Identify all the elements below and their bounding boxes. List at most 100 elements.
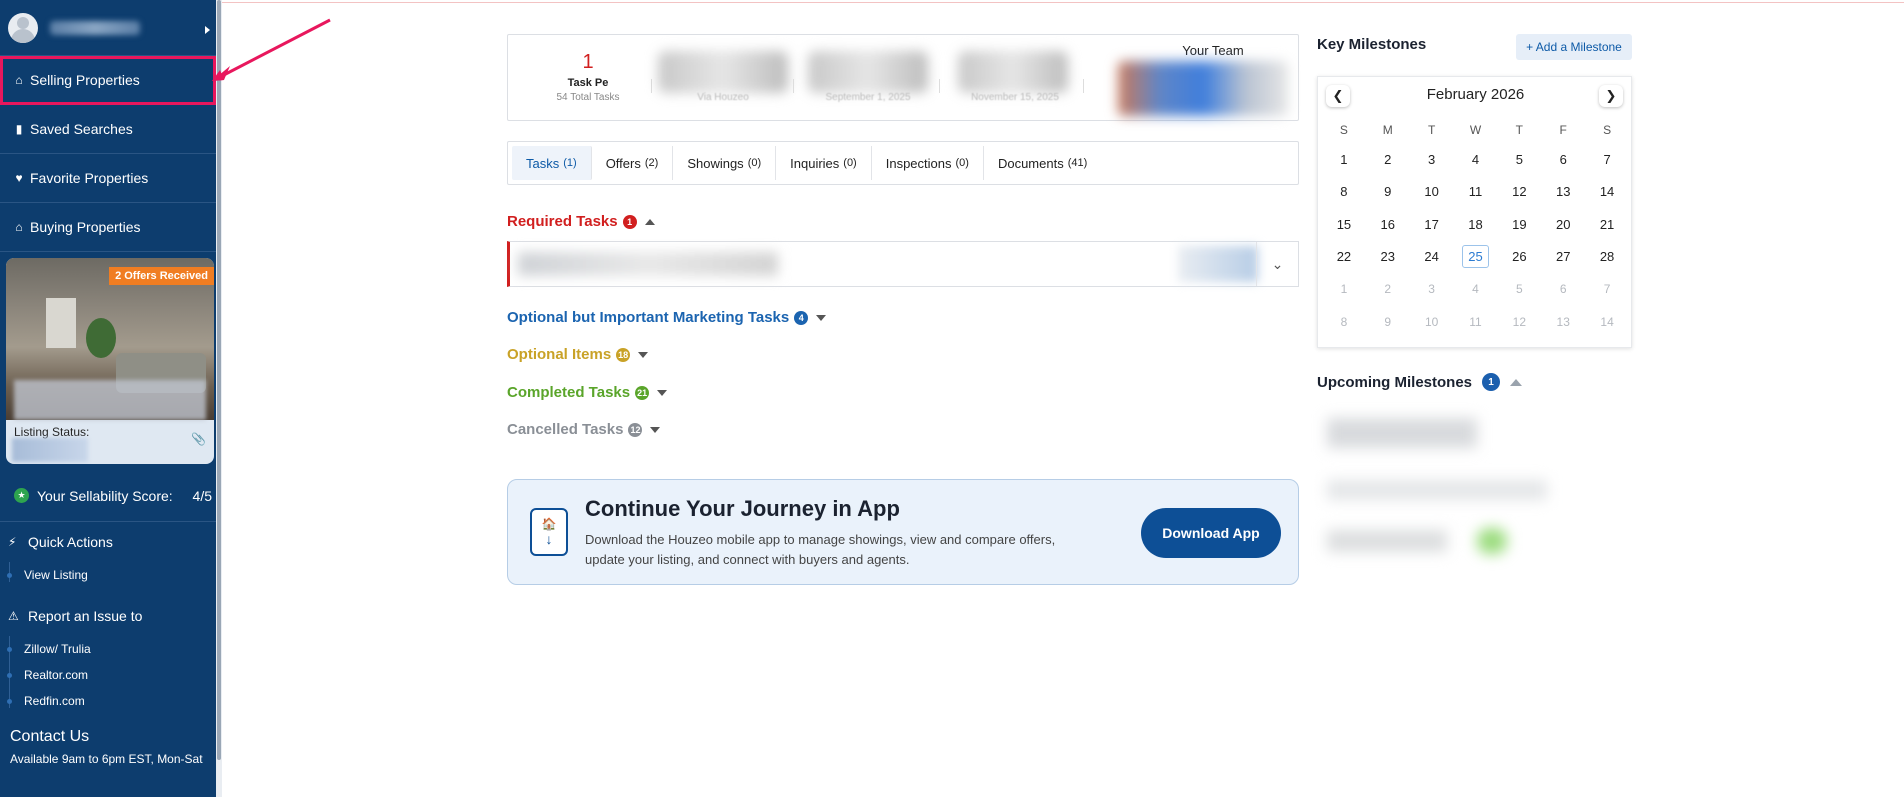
calendar-day[interactable]: 12 — [1497, 176, 1541, 209]
calendar-day[interactable]: 9 — [1366, 176, 1410, 209]
calendar-day[interactable]: 10 — [1410, 176, 1454, 209]
report-redfin-link[interactable]: Redfin.com — [7, 688, 216, 714]
required-task-item[interactable]: ⌄ — [507, 241, 1299, 287]
paperclip-icon[interactable]: 📎 — [191, 432, 206, 446]
tab-count: (0) — [747, 157, 762, 169]
listing-status-label: Listing Status: — [14, 425, 90, 439]
required-tasks-toggle[interactable]: Required Tasks 1 — [507, 213, 655, 230]
calendar-day[interactable]: 20 — [1541, 208, 1585, 241]
cancelled-tasks-toggle[interactable]: Cancelled Tasks 12 — [507, 421, 661, 438]
add-milestone-button[interactable]: + Add a Milestone — [1516, 34, 1632, 60]
calendar-day-next-month[interactable]: 5 — [1497, 273, 1541, 306]
sidebar-item-label: Buying Properties — [30, 219, 141, 235]
calendar-day[interactable]: 4 — [1454, 143, 1498, 176]
marketing-tasks-toggle[interactable]: Optional but Important Marketing Tasks 4 — [507, 309, 827, 326]
caret-down-icon — [638, 351, 649, 358]
sidebar-item-label: Saved Searches — [30, 121, 133, 137]
optional-items-toggle[interactable]: Optional Items 18 — [507, 346, 649, 363]
marketing-tasks-label: Optional but Important Marketing Tasks — [507, 309, 790, 326]
your-team-label: Your Team — [1182, 43, 1244, 58]
tab-showings[interactable]: Showings (0) — [673, 146, 777, 180]
calendar-day-next-month[interactable]: 11 — [1454, 306, 1498, 339]
property-card[interactable]: 2 Offers Received Listing Status: 📎 — [6, 258, 214, 464]
calendar-day-next-month[interactable]: 12 — [1497, 306, 1541, 339]
calendar-day[interactable]: 23 — [1366, 241, 1410, 274]
calendar-day[interactable]: 26 — [1497, 241, 1541, 274]
calendar-day[interactable]: 28 — [1585, 241, 1629, 274]
summary-sub-4: November 15, 2025 — [971, 92, 1059, 103]
chevron-right-icon[interactable]: ❯ — [1599, 85, 1623, 107]
team-avatars-redacted[interactable] — [1118, 61, 1288, 116]
calendar-day[interactable]: 21 — [1585, 208, 1629, 241]
heart-icon: ♥ — [15, 171, 23, 185]
contact-title: Contact Us — [10, 728, 90, 745]
sidebar-item-label: Selling Properties — [30, 72, 140, 88]
sidebar-item-saved-searches[interactable]: ▮ Saved Searches — [0, 105, 216, 154]
calendar-day-next-month[interactable]: 7 — [1585, 273, 1629, 306]
calendar-day[interactable]: 6 — [1541, 143, 1585, 176]
tab-documents[interactable]: Documents (41) — [984, 146, 1101, 180]
calendar-day[interactable]: 18 — [1454, 208, 1498, 241]
report-realtor-link[interactable]: Realtor.com — [7, 662, 216, 688]
view-listing-link[interactable]: View Listing — [7, 562, 216, 588]
marketing-tasks-count: 4 — [794, 310, 809, 325]
completed-tasks-toggle[interactable]: Completed Tasks 21 — [507, 384, 668, 401]
chevron-down-icon[interactable]: ⌄ — [1256, 242, 1298, 286]
calendar-day[interactable]: 22 — [1322, 241, 1366, 274]
calendar-day[interactable]: 11 — [1454, 176, 1498, 209]
calendar-day[interactable]: 19 — [1497, 208, 1541, 241]
calendar-day-today[interactable]: 25 — [1454, 241, 1498, 274]
tab-count: (0) — [955, 157, 969, 169]
sidebar-item-favorite-properties[interactable]: ♥ Favorite Properties — [0, 154, 216, 203]
calendar-day[interactable]: 5 — [1497, 143, 1541, 176]
calendar-day[interactable]: 14 — [1585, 176, 1629, 209]
tab-count: (0) — [843, 157, 857, 169]
calendar-day-next-month[interactable]: 8 — [1322, 306, 1366, 339]
calendar-day[interactable]: 15 — [1322, 208, 1366, 241]
tab-count: (41) — [1067, 157, 1088, 169]
calendar-day[interactable]: 16 — [1366, 208, 1410, 241]
upcoming-milestones-label: Upcoming Milestones — [1317, 373, 1473, 391]
calendar-day[interactable]: 17 — [1410, 208, 1454, 241]
lightning-icon: ⚡ — [8, 535, 17, 549]
calendar-day-next-month[interactable]: 4 — [1454, 273, 1498, 306]
tab-inquiries[interactable]: Inquiries (0) — [776, 146, 872, 180]
tab-label: Tasks — [526, 155, 560, 171]
completed-tasks-count: 21 — [635, 385, 650, 400]
tab-tasks[interactable]: Tasks (1) — [512, 146, 592, 180]
calendar-day-next-month[interactable]: 9 — [1366, 306, 1410, 339]
calendar-day-next-month[interactable]: 6 — [1541, 273, 1585, 306]
tab-count: (2) — [644, 157, 659, 169]
calendar-day[interactable]: 24 — [1410, 241, 1454, 274]
sidebar-item-buying-properties[interactable]: ⌂ Buying Properties — [0, 203, 216, 252]
download-app-button[interactable]: Download App — [1141, 508, 1281, 558]
upcoming-milestones-toggle[interactable]: Upcoming Milestones 1 — [1317, 373, 1523, 391]
calendar-day[interactable]: 27 — [1541, 241, 1585, 274]
user-menu[interactable] — [0, 0, 216, 56]
calendar-day[interactable]: 8 — [1322, 176, 1366, 209]
calendar-day[interactable]: 3 — [1410, 143, 1454, 176]
warning-icon: ⚠ — [8, 609, 19, 623]
task-action-redacted[interactable] — [1178, 246, 1258, 282]
calendar-day-next-month[interactable]: 13 — [1541, 306, 1585, 339]
report-zillow-link[interactable]: Zillow/ Trulia — [7, 636, 216, 662]
tab-offers[interactable]: Offers (2) — [592, 146, 674, 180]
calendar-day-next-month[interactable]: 14 — [1585, 306, 1629, 339]
report-issue-list: Zillow/ Trulia Realtor.com Redfin.com — [0, 636, 216, 714]
calendar-day[interactable]: 7 — [1585, 143, 1629, 176]
optional-items-label: Optional Items — [507, 346, 612, 363]
calendar-day-next-month[interactable]: 3 — [1410, 273, 1454, 306]
calendar-day[interactable]: 1 — [1322, 143, 1366, 176]
calendar-day-next-month[interactable]: 2 — [1366, 273, 1410, 306]
upcoming-milestones-count: 1 — [1482, 373, 1501, 391]
offers-badge: 2 Offers Received — [109, 267, 214, 285]
tab-inspections[interactable]: Inspections (0) — [872, 146, 984, 180]
bookmark-icon: ▮ — [15, 122, 23, 136]
sidebar-item-selling-properties[interactable]: ⌂ Selling Properties — [0, 56, 216, 105]
calendar-day-next-month[interactable]: 1 — [1322, 273, 1366, 306]
calendar-day-next-month[interactable]: 10 — [1410, 306, 1454, 339]
sidebar-scrollbar-thumb[interactable] — [217, 0, 221, 760]
calendar-day[interactable]: 13 — [1541, 176, 1585, 209]
calendar-day[interactable]: 2 — [1366, 143, 1410, 176]
required-tasks-count: 1 — [622, 214, 637, 229]
